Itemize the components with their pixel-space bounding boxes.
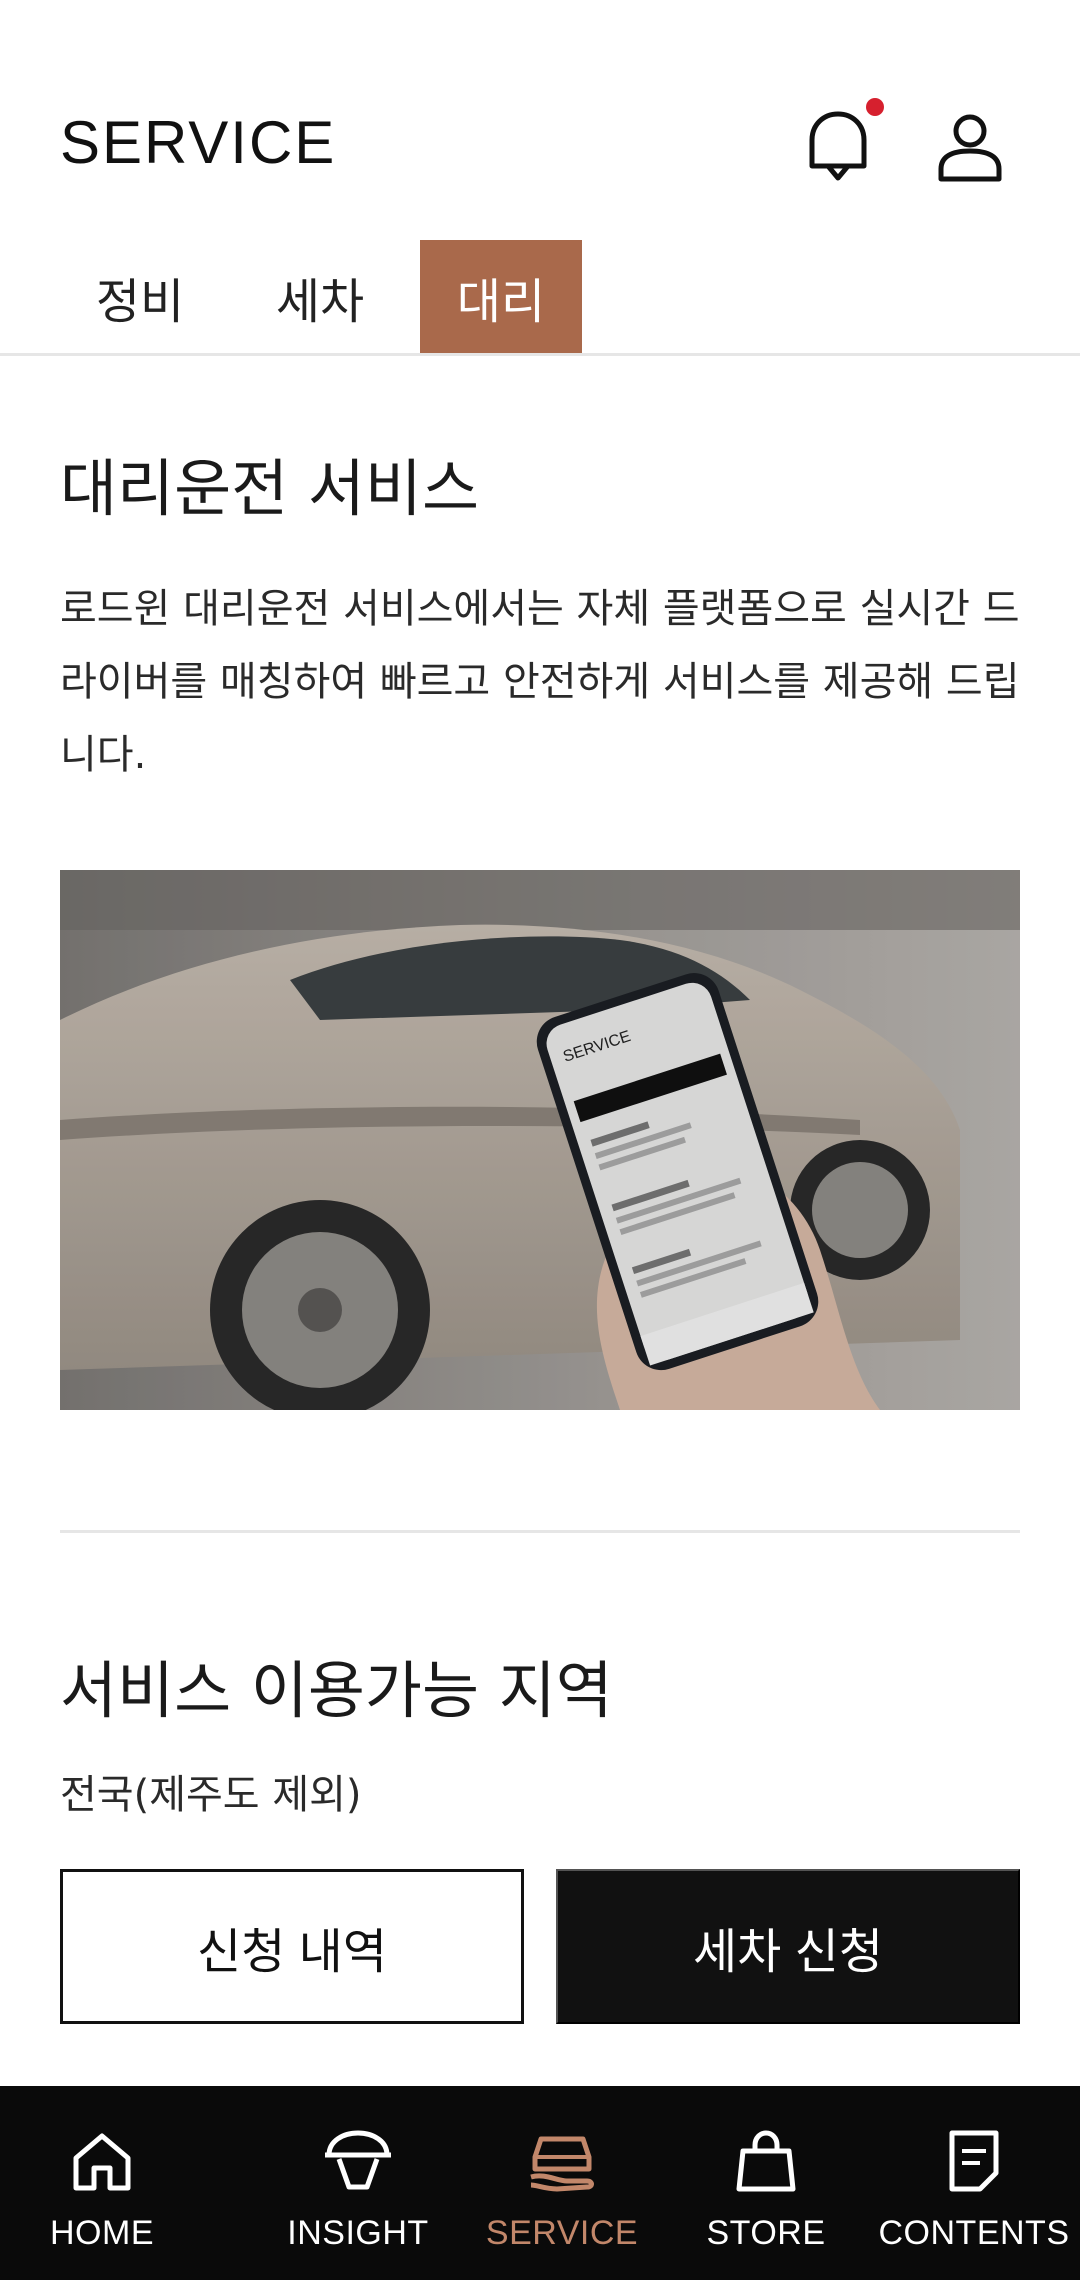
nav-insight-label: INSIGHT xyxy=(287,2214,429,2252)
tab-car-wash[interactable]: 세차 xyxy=(220,240,420,354)
notifications-button[interactable] xyxy=(793,102,883,192)
request-history-button[interactable]: 신청 내역 xyxy=(60,1869,524,2024)
user-icon xyxy=(938,114,1002,182)
app-header: SERVICE xyxy=(0,0,1080,240)
tab-maintenance[interactable]: 정비 xyxy=(60,240,220,354)
service-area-title: 서비스 이용가능 지역 xyxy=(60,1654,613,1727)
tabs-divider xyxy=(0,353,1080,356)
nav-store[interactable]: STORE xyxy=(664,2086,868,2280)
page-title: SERVICE xyxy=(60,109,337,176)
hero-image: SERVICE xyxy=(60,870,1020,1410)
notification-dot xyxy=(866,98,884,116)
apply-button[interactable]: 세차 신청 xyxy=(556,1869,1020,2024)
document-icon xyxy=(939,2126,1009,2196)
service-area-value: 전국(제주도 제외) xyxy=(60,1772,362,1818)
nav-home[interactable]: HOME xyxy=(0,2086,256,2280)
bell-icon xyxy=(809,111,867,181)
insight-icon xyxy=(323,2126,393,2196)
home-icon xyxy=(67,2126,137,2196)
nav-contents-label: CONTENTS xyxy=(878,2214,1070,2252)
bottom-navigation: HOME INSIGHT SERVICE STORE CONTENTS xyxy=(0,2086,1080,2280)
section-divider xyxy=(60,1530,1020,1533)
shopping-bag-icon xyxy=(731,2126,801,2196)
service-tabs: 정비 세차 대리 xyxy=(60,240,582,354)
nav-service[interactable]: SERVICE xyxy=(460,2086,664,2280)
service-car-icon xyxy=(527,2126,597,2196)
intro-description: 로드윈 대리운전 서비스에서는 자체 플랫폼으로 실시간 드라이버를 매칭하여 … xyxy=(60,586,1020,778)
nav-insight[interactable]: INSIGHT xyxy=(256,2086,460,2280)
intro-title: 대리운전 서비스 xyxy=(60,452,479,525)
nav-home-label: HOME xyxy=(50,2214,154,2252)
profile-button[interactable] xyxy=(925,102,1015,192)
nav-store-label: STORE xyxy=(706,2214,826,2252)
car-and-phone-photo: SERVICE xyxy=(60,870,1020,1410)
nav-contents[interactable]: CONTENTS xyxy=(868,2086,1080,2280)
tab-valet-driving[interactable]: 대리 xyxy=(420,240,582,354)
nav-service-label: SERVICE xyxy=(485,2214,639,2252)
